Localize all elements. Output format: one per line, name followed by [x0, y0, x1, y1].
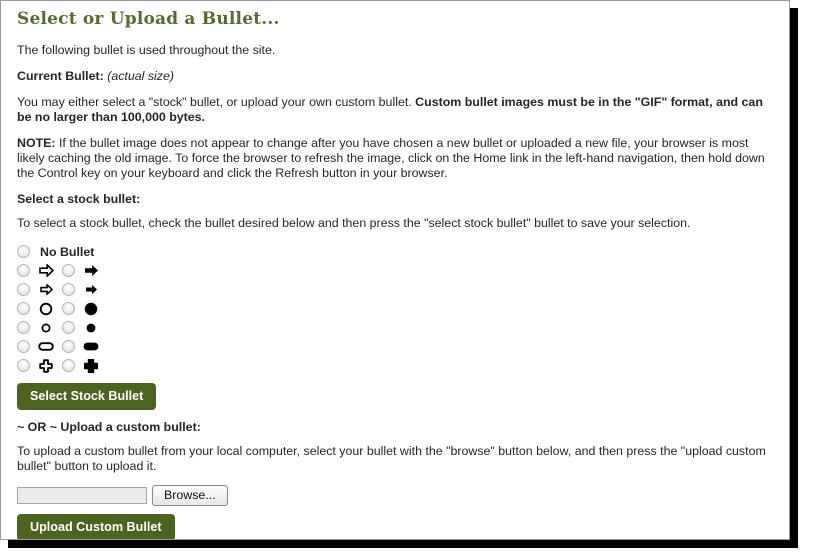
radio-cell: [57, 280, 80, 299]
stock-bullet-options: No Bullet: [17, 242, 775, 375]
circle-solid-small-icon[interactable]: [80, 318, 102, 337]
radio-cell: [57, 337, 80, 356]
radio-cell: [17, 242, 35, 261]
radio-rounded-rect-solid[interactable]: [62, 340, 75, 353]
circle-outline-small-icon[interactable]: [35, 318, 57, 337]
radio-cell: [57, 299, 80, 318]
radio-cell: [17, 356, 35, 375]
browse-button[interactable]: Browse...: [152, 485, 228, 506]
radio-circle-outline-large[interactable]: [17, 302, 30, 315]
radio-circle-outline-small[interactable]: [17, 321, 30, 334]
bullet-option-row[interactable]: [17, 261, 775, 280]
rounded-rect-outline-icon[interactable]: [35, 337, 57, 356]
bullet-option-no-bullet[interactable]: No Bullet: [17, 242, 775, 261]
radio-arrow-solid[interactable]: [62, 264, 75, 277]
note-paragraph: NOTE: If the bullet image does not appea…: [17, 136, 775, 181]
note-body: If the bullet image does not appear to c…: [17, 136, 765, 180]
upload-heading: ~ OR ~ Upload a custom bullet:: [17, 420, 201, 434]
cross-outline-icon[interactable]: [35, 356, 57, 375]
radio-cell: [17, 318, 35, 337]
stock-bullet-heading: Select a stock bullet:: [17, 192, 141, 206]
radio-cell: [17, 299, 35, 318]
bullet-option-row[interactable]: [17, 356, 775, 375]
circle-outline-large-icon[interactable]: [35, 299, 57, 318]
radio-circle-solid-small[interactable]: [62, 321, 75, 334]
page-title: Select or Upload a Bullet...: [17, 9, 280, 29]
bullet-option-row[interactable]: [17, 280, 775, 299]
radio-cross-solid[interactable]: [62, 359, 75, 372]
bullet-option-row[interactable]: [17, 318, 775, 337]
radio-no-bullet[interactable]: [17, 245, 30, 258]
select-stock-bullet-button[interactable]: Select Stock Bullet: [17, 383, 157, 410]
no-bullet-label: No Bullet: [40, 244, 95, 259]
intro-line: The following bullet is used throughout …: [17, 43, 276, 57]
radio-arrow-outline-small[interactable]: [17, 283, 30, 296]
arrow-right-outline-small-icon[interactable]: [35, 280, 57, 299]
arrow-right-solid-icon[interactable]: [80, 261, 102, 280]
page-frame: Select or Upload a Bullet... The followi…: [0, 0, 790, 540]
radio-arrow-solid-small[interactable]: [62, 283, 75, 296]
radio-cell: [17, 261, 35, 280]
radio-arrow-outline[interactable]: [17, 264, 30, 277]
arrow-right-outline-icon[interactable]: [35, 261, 57, 280]
radio-cell: [17, 337, 35, 356]
page-content: Select or Upload a Bullet... The followi…: [1, 1, 789, 539]
current-bullet-note: (actual size): [107, 69, 174, 83]
bullet-option-row[interactable]: [17, 299, 775, 318]
radio-cell: [17, 280, 35, 299]
note-label: NOTE:: [17, 136, 56, 150]
bullet-option-row[interactable]: [17, 337, 775, 356]
file-upload-row: Browse...: [17, 485, 775, 506]
stock-bullet-instructions: To select a stock bullet, check the bull…: [17, 216, 691, 230]
radio-cell: [57, 318, 80, 337]
custom-bullet-file-input[interactable]: [17, 487, 147, 504]
upload-info-text: You may either select a "stock" bullet, …: [17, 95, 416, 109]
upload-instructions: To upload a custom bullet from your loca…: [17, 444, 766, 473]
arrow-right-solid-small-icon[interactable]: [80, 280, 102, 299]
radio-cell: [57, 356, 80, 375]
rounded-rect-solid-icon[interactable]: [80, 337, 102, 356]
radio-cell: [57, 261, 80, 280]
current-bullet-line: Current Bullet: (actual size): [17, 69, 775, 84]
cross-solid-icon[interactable]: [80, 356, 102, 375]
radio-rounded-rect-outline[interactable]: [17, 340, 30, 353]
circle-solid-large-icon[interactable]: [80, 299, 102, 318]
current-bullet-label: Current Bullet:: [17, 69, 104, 83]
radio-cross-outline[interactable]: [17, 359, 30, 372]
upload-info-paragraph: You may either select a "stock" bullet, …: [17, 95, 775, 125]
radio-circle-solid-large[interactable]: [62, 302, 75, 315]
upload-custom-bullet-button[interactable]: Upload Custom Bullet: [17, 514, 175, 539]
